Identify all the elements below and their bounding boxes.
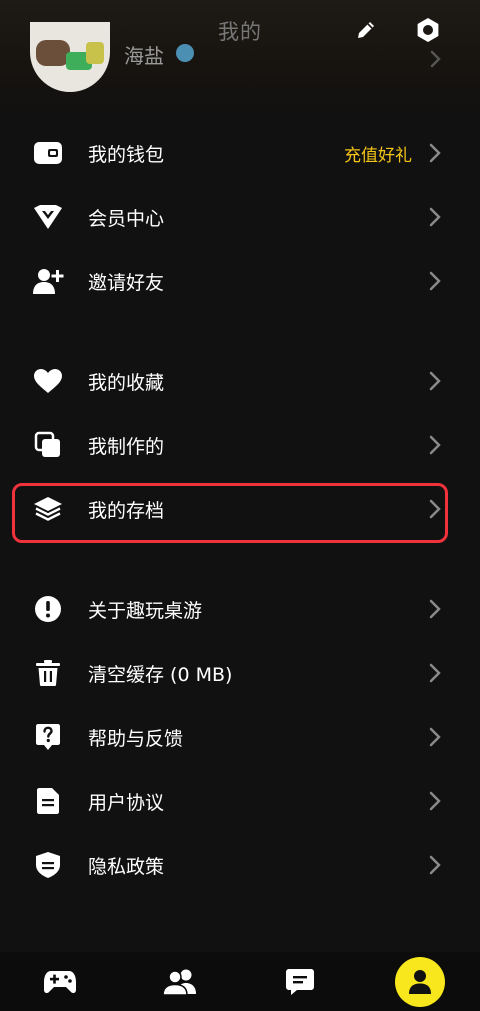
chevron-right-icon xyxy=(429,271,441,291)
chevron-right-icon xyxy=(429,663,441,683)
chevron-right-icon xyxy=(429,855,441,875)
menu-label: 隐私政策 xyxy=(88,856,165,878)
chevron-right-icon[interactable] xyxy=(430,50,442,68)
message-icon xyxy=(286,968,314,995)
menu-label: 我的钱包 xyxy=(88,144,165,166)
menu-label: 用户协议 xyxy=(88,792,165,814)
selection-highlight xyxy=(12,483,448,543)
wallet-icon xyxy=(32,137,64,169)
nav-profile[interactable] xyxy=(390,952,450,1011)
page-title: 我的 xyxy=(218,20,262,44)
menu-item-privacy[interactable]: 隐私政策 xyxy=(0,834,480,896)
document-icon xyxy=(32,785,64,817)
edit-button[interactable] xyxy=(348,12,384,48)
menu-label: 会员中心 xyxy=(88,208,165,230)
chevron-right-icon xyxy=(429,435,441,455)
menu-label: 清空缓存 (0 MB) xyxy=(88,664,233,686)
menu-label: 帮助与反馈 xyxy=(88,728,184,750)
menu-item-invite[interactable]: 邀请好友 xyxy=(0,250,480,312)
add-user-icon xyxy=(32,265,64,297)
nav-profile-active-indicator xyxy=(395,956,445,1007)
nav-friends[interactable] xyxy=(150,952,210,1011)
verified-badge-icon xyxy=(176,44,194,62)
heart-icon xyxy=(32,365,64,397)
copy-icon xyxy=(32,429,64,461)
trash-icon xyxy=(32,657,64,689)
menu-label: 邀请好友 xyxy=(88,272,165,294)
bottom-nav xyxy=(0,952,480,1011)
menu-item-wallet[interactable]: 我的钱包 充值好礼 xyxy=(0,122,480,184)
chevron-right-icon xyxy=(429,599,441,619)
menu-item-about[interactable]: 关于趣玩桌游 xyxy=(0,578,480,640)
shield-icon xyxy=(32,849,64,881)
help-icon xyxy=(32,721,64,753)
menu-item-user-agreement[interactable]: 用户协议 xyxy=(0,770,480,832)
settings-button[interactable] xyxy=(410,12,446,48)
gear-icon xyxy=(417,18,439,42)
info-icon xyxy=(32,593,64,625)
menu-item-vip[interactable]: 会员中心 xyxy=(0,186,480,248)
profile-header: 海盐 我的 xyxy=(0,0,480,118)
chevron-right-icon xyxy=(429,207,441,227)
recharge-promo-label: 充值好礼 xyxy=(344,146,412,166)
chevron-right-icon xyxy=(429,371,441,391)
friends-icon xyxy=(162,969,196,996)
menu-item-help[interactable]: 帮助与反馈 xyxy=(0,706,480,768)
menu-label: 关于趣玩桌游 xyxy=(88,600,203,622)
nav-messages[interactable] xyxy=(270,952,330,1011)
chevron-right-icon xyxy=(429,791,441,811)
vip-diamond-icon xyxy=(32,201,64,233)
profile-icon xyxy=(409,969,431,994)
menu-label: 我的收藏 xyxy=(88,372,165,394)
gamepad-icon xyxy=(44,970,76,993)
chevron-right-icon xyxy=(429,727,441,747)
menu-label: 我制作的 xyxy=(88,436,165,458)
nav-games[interactable] xyxy=(30,952,90,1011)
menu-item-favorites[interactable]: 我的收藏 xyxy=(0,350,480,412)
pencil-icon xyxy=(358,22,374,38)
menu-item-my-creations[interactable]: 我制作的 xyxy=(0,414,480,476)
menu-item-clear-cache[interactable]: 清空缓存 (0 MB) xyxy=(0,642,480,704)
chevron-right-icon xyxy=(429,143,441,163)
